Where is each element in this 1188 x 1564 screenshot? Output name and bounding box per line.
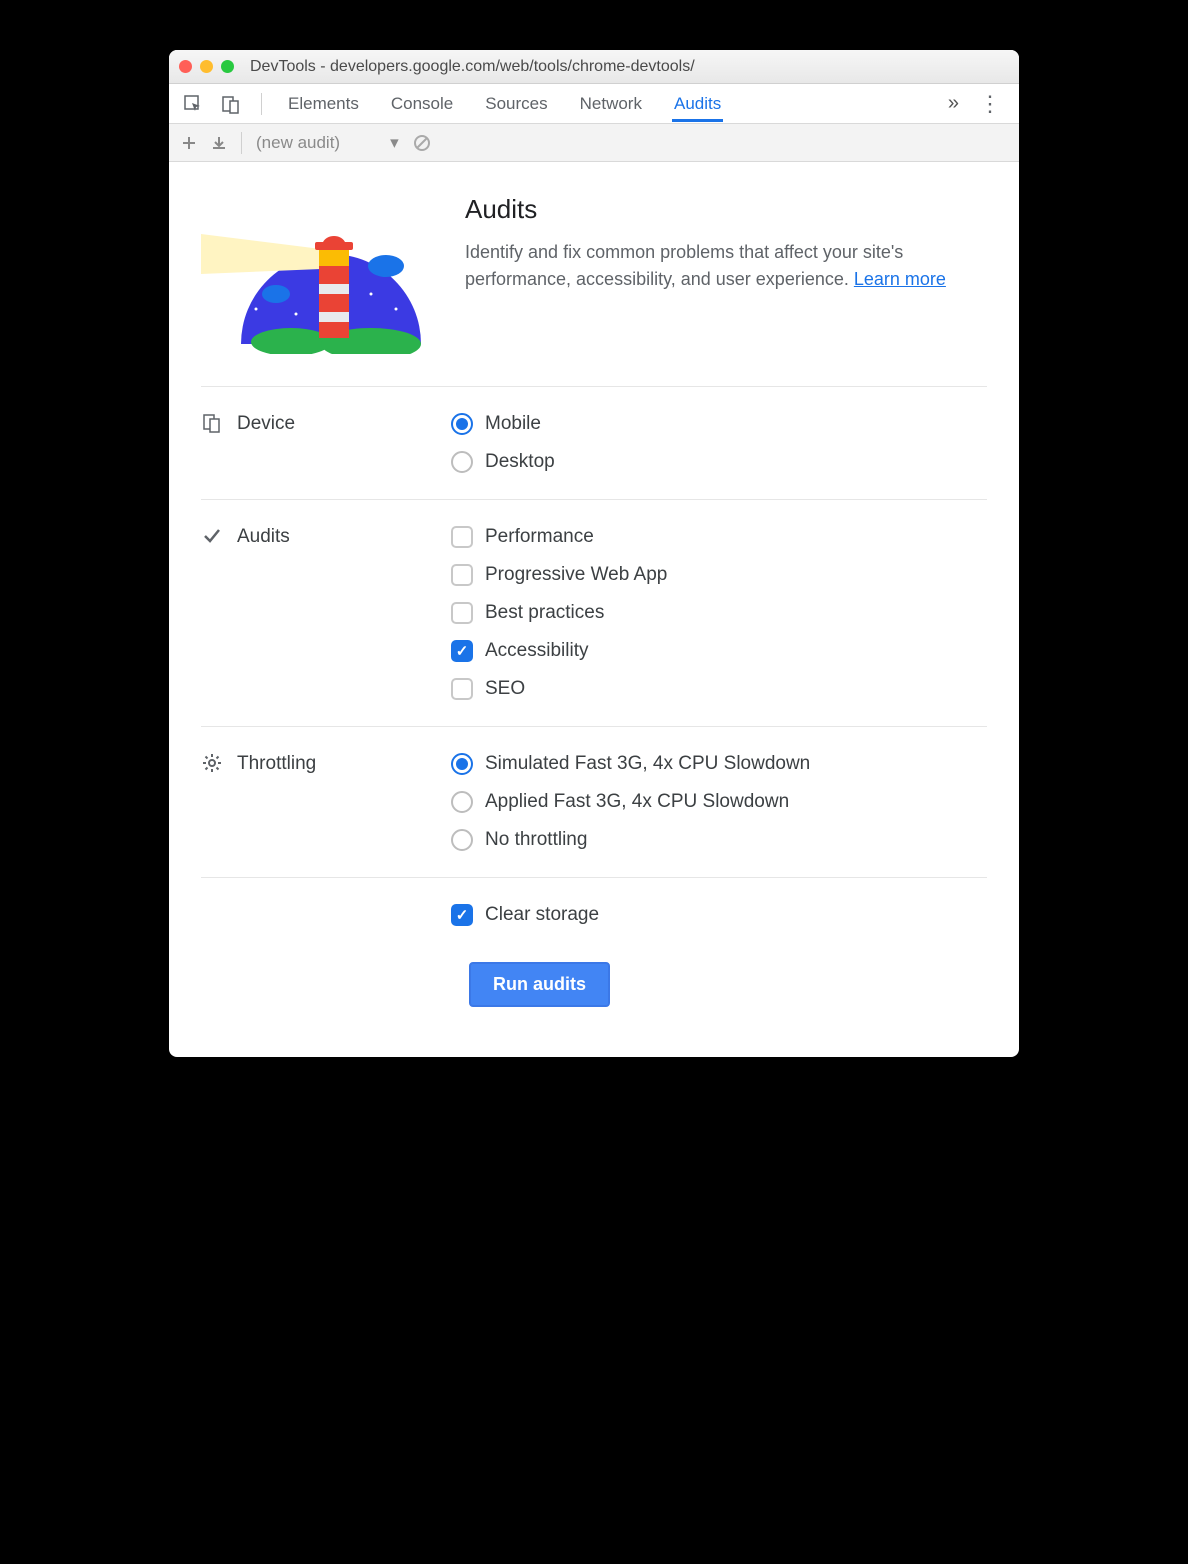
audit-option-performance[interactable]: Performance: [451, 526, 987, 548]
window-title: DevTools - developers.google.com/web/too…: [250, 58, 695, 76]
close-window-button[interactable]: [179, 60, 192, 73]
throttling-option-simulated[interactable]: Simulated Fast 3G, 4x CPU Slowdown: [451, 753, 987, 775]
audit-option-pwa[interactable]: Progressive Web App: [451, 564, 987, 586]
tab-audits[interactable]: Audits: [672, 86, 723, 122]
checkbox-icon: [451, 564, 473, 586]
audits-panel: Audits Identify and fix common problems …: [169, 162, 1019, 1057]
device-option-mobile[interactable]: Mobile: [451, 413, 987, 435]
devtools-tabs-row: Elements Console Sources Network Audits …: [169, 84, 1019, 124]
check-icon: [201, 526, 223, 546]
option-label: Mobile: [485, 413, 541, 435]
throttling-section: Throttling Simulated Fast 3G, 4x CPU Slo…: [169, 727, 1019, 877]
clear-icon[interactable]: [413, 134, 431, 152]
audit-option-accessibility[interactable]: Accessibility: [451, 640, 987, 662]
minimize-window-button[interactable]: [200, 60, 213, 73]
tab-sources[interactable]: Sources: [483, 86, 549, 122]
device-options: Mobile Desktop: [451, 413, 987, 473]
storage-section: Clear storage: [169, 878, 1019, 952]
option-label: Progressive Web App: [485, 564, 667, 586]
toggle-device-toolbar-icon[interactable]: [219, 92, 243, 116]
option-label: No throttling: [485, 829, 587, 851]
audits-options: Performance Progressive Web App Best pra…: [451, 526, 987, 700]
audit-dropdown[interactable]: (new audit) ▾: [256, 133, 399, 153]
intro-section: Audits Identify and fix common problems …: [169, 194, 1019, 386]
throttling-option-applied[interactable]: Applied Fast 3G, 4x CPU Slowdown: [451, 791, 987, 813]
throttling-label: Throttling: [201, 753, 431, 851]
intro-description: Identify and fix common problems that af…: [465, 239, 987, 293]
radio-icon: [451, 413, 473, 435]
audits-toolbar: (new audit) ▾: [169, 124, 1019, 162]
option-label: Clear storage: [485, 904, 599, 926]
checkbox-icon: [451, 602, 473, 624]
audit-dropdown-label: (new audit): [256, 133, 340, 153]
audit-option-seo[interactable]: SEO: [451, 678, 987, 700]
run-audits-button[interactable]: Run audits: [469, 962, 610, 1007]
checkbox-icon: [451, 526, 473, 548]
divider: [261, 93, 262, 115]
device-label-text: Device: [237, 413, 295, 435]
download-icon[interactable]: [211, 135, 227, 151]
maximize-window-button[interactable]: [221, 60, 234, 73]
checkbox-icon: [451, 678, 473, 700]
option-label: Desktop: [485, 451, 555, 473]
panel-tabs: Elements Console Sources Network Audits: [286, 86, 934, 122]
tab-console[interactable]: Console: [389, 86, 455, 122]
option-label: Best practices: [485, 602, 604, 624]
audit-option-best-practices[interactable]: Best practices: [451, 602, 987, 624]
radio-icon: [451, 753, 473, 775]
option-label: SEO: [485, 678, 525, 700]
audits-label-text: Audits: [237, 526, 290, 548]
audits-section: Audits Performance Progressive Web App B…: [169, 500, 1019, 726]
audits-label: Audits: [201, 526, 431, 700]
throttling-options: Simulated Fast 3G, 4x CPU Slowdown Appli…: [451, 753, 987, 851]
intro-text: Audits Identify and fix common problems …: [465, 194, 987, 293]
option-label: Applied Fast 3G, 4x CPU Slowdown: [485, 791, 789, 813]
tab-elements[interactable]: Elements: [286, 86, 361, 122]
tab-network[interactable]: Network: [578, 86, 644, 122]
storage-options: Clear storage: [451, 904, 987, 926]
devtools-window: DevTools - developers.google.com/web/too…: [169, 50, 1019, 1057]
more-tabs-icon[interactable]: »: [948, 92, 959, 115]
clear-storage-option[interactable]: Clear storage: [451, 904, 987, 926]
option-label: Accessibility: [485, 640, 588, 662]
inspect-element-icon[interactable]: [181, 92, 205, 116]
new-audit-icon[interactable]: [181, 135, 197, 151]
divider: [241, 132, 242, 154]
settings-menu-icon[interactable]: ⋮: [973, 91, 1007, 117]
titlebar: DevTools - developers.google.com/web/too…: [169, 50, 1019, 84]
storage-spacer: [201, 904, 431, 926]
gear-icon: [201, 753, 223, 773]
traffic-lights: [179, 60, 234, 73]
radio-icon: [451, 791, 473, 813]
throttling-option-none[interactable]: No throttling: [451, 829, 987, 851]
lighthouse-illustration: [201, 194, 441, 354]
device-label: Device: [201, 413, 431, 473]
learn-more-link[interactable]: Learn more: [854, 269, 946, 289]
throttling-label-text: Throttling: [237, 753, 316, 775]
chevron-down-icon: ▾: [390, 133, 399, 153]
run-section: Run audits: [169, 952, 1019, 1017]
intro-description-text: Identify and fix common problems that af…: [465, 242, 903, 289]
checkbox-icon: [451, 904, 473, 926]
radio-icon: [451, 829, 473, 851]
device-option-desktop[interactable]: Desktop: [451, 451, 987, 473]
intro-heading: Audits: [465, 194, 987, 225]
device-section: Device Mobile Desktop: [169, 387, 1019, 499]
radio-icon: [451, 451, 473, 473]
checkbox-icon: [451, 640, 473, 662]
option-label: Performance: [485, 526, 594, 548]
option-label: Simulated Fast 3G, 4x CPU Slowdown: [485, 753, 810, 775]
device-icon: [201, 413, 223, 433]
